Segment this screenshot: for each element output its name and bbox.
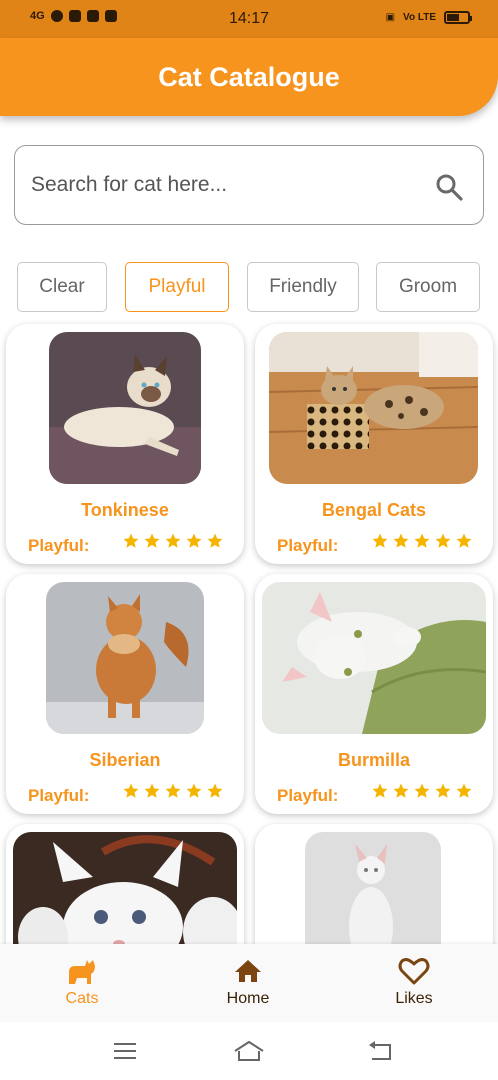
star-icon [165,783,181,798]
page-title: Cat Catalogue [158,62,340,92]
filter-playful-button[interactable]: Playful [125,262,229,312]
menu-icon[interactable] [110,1038,140,1064]
star-icon [144,783,160,798]
rating-stars [122,782,224,800]
nav-cats-label: Cats [65,990,99,1007]
vibrate-icon: ▣ [385,12,396,23]
cat-card-siberian[interactable]: Siberian Playful: [6,574,244,814]
nav-likes-label: Likes [395,990,433,1007]
status-right-indicators: ▣ Vo LTE [385,11,472,24]
star-icon [372,783,388,798]
cat-photo [13,832,237,962]
star-icon [393,533,409,548]
star-icon [186,783,202,798]
star-icon [435,533,451,548]
star-icon [186,533,202,548]
cat-name: Bengal Cats [321,500,427,520]
star-icon [393,783,409,798]
cat-card-partial-right[interactable] [255,824,493,964]
cat-trait-label: Playful: [277,786,339,805]
app-header: Cat Catalogue [0,38,498,116]
cat-card-partial-left[interactable] [6,824,244,964]
home-icon [235,960,261,982]
cat-photo [269,332,478,484]
star-icon [207,533,223,548]
home-outline-icon[interactable] [232,1038,266,1064]
cat-name: Siberian [89,750,161,770]
star-icon [456,783,472,798]
search-box[interactable] [14,145,484,225]
rating-stars [371,532,473,550]
star-icon [414,533,430,548]
volte-label: Vo LTE [403,12,436,23]
nav-home[interactable]: Home [188,954,308,1008]
cat-card-tonkinese[interactable]: Tonkinese Playful: [6,324,244,564]
cat-name: Burmilla [337,750,411,770]
cat-photo [262,582,486,734]
star-icon [165,533,181,548]
star-icon [207,783,223,798]
filter-clear-button[interactable]: Clear [17,262,107,312]
status-bar: 4G 14:17 ▣ Vo LTE [0,0,498,38]
nav-likes[interactable]: Likes [354,954,474,1008]
back-icon[interactable] [366,1038,396,1064]
cat-icon [69,960,95,984]
cat-trait-label: Playful: [28,786,90,805]
search-input[interactable] [31,170,411,200]
system-nav-bar [0,1022,498,1080]
star-icon [456,533,472,548]
cat-photo [46,582,204,734]
star-icon [372,533,388,548]
star-icon [144,533,160,548]
nav-cats[interactable]: Cats [22,954,142,1008]
search-icon[interactable] [435,173,463,201]
rating-stars [371,782,473,800]
cat-card-burmilla[interactable]: Burmilla Playful: [255,574,493,814]
cat-photo [49,332,201,484]
rating-stars [122,532,224,550]
bottom-nav: Cats Home Likes [0,944,498,1022]
cat-card-bengal-cats[interactable]: Bengal Cats Playful: [255,324,493,564]
cat-photo [305,832,441,962]
battery-icon [444,11,472,24]
filter-friendly-button[interactable]: Friendly [247,262,359,312]
star-icon [435,783,451,798]
filter-groom-button[interactable]: Groom [376,262,480,312]
star-icon [123,783,139,798]
cat-trait-label: Playful: [28,536,90,555]
nav-home-label: Home [226,990,270,1007]
heart-icon [398,958,430,985]
star-icon [414,783,430,798]
cat-trait-label: Playful: [277,536,339,555]
star-icon [123,533,139,548]
cat-name: Tonkinese [81,500,169,520]
